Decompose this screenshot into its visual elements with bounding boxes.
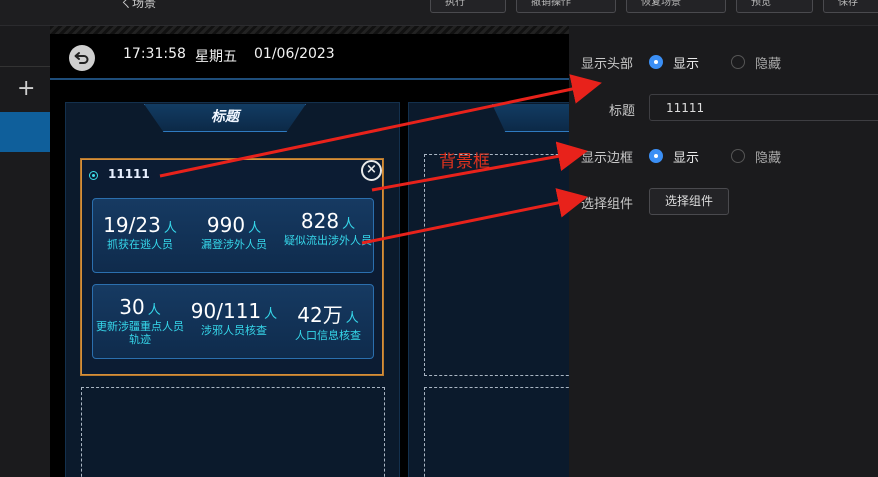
show-border-hide-text[interactable]: 隐藏: [755, 147, 781, 166]
stat-item: 19/23 人 抓获在逃人员: [93, 213, 187, 251]
stat-unit: 人: [342, 217, 356, 232]
sidebar-item-selected[interactable]: [0, 112, 50, 152]
panel-1-title: 标题: [211, 109, 239, 125]
stat-unit: 人: [248, 221, 262, 236]
select-component-button[interactable]: 选择组件: [649, 188, 729, 215]
add-icon[interactable]: +: [17, 78, 35, 100]
stat-item: 828 人 疑似流出涉外人员: [281, 209, 375, 247]
select-component-label: 选择组件: [581, 197, 634, 212]
stat-value: 42万: [297, 303, 343, 327]
stat-unit: 人: [345, 311, 359, 326]
back-button[interactable]: [69, 45, 95, 71]
title-bullet-icon: [89, 171, 98, 180]
drop-zone-3[interactable]: [424, 387, 569, 477]
stats-card-2: 30 人 更新涉疆重点人员轨迹 90/111 人 涉邪人员核查 42万人 人口信息核…: [92, 284, 374, 359]
stat-value: 30: [119, 295, 145, 319]
show-header-hide-text[interactable]: 隐藏: [755, 53, 781, 72]
drop-zone-1[interactable]: [81, 387, 385, 477]
stat-unit: 人: [264, 307, 278, 322]
show-border-radio-show[interactable]: [649, 149, 663, 163]
show-border-show-text[interactable]: 显示: [673, 147, 699, 166]
stat-value: 19/23: [103, 213, 161, 237]
stat-label: 涉邪人员核查: [201, 324, 267, 337]
show-border-radio-hide[interactable]: [731, 149, 745, 163]
stats-card-1: 19/23 人 抓获在逃人员 990 人 漏登涉外人员 828 人 疑似流出涉外人员: [92, 198, 374, 273]
properties-panel: 显示头部 显示 隐藏 标题 显示边框 显示 隐藏 选择组件 选择组件: [569, 26, 878, 477]
toolbar-button-preview[interactable]: 预览: [736, 0, 813, 13]
stat-unit: 人: [163, 221, 177, 236]
show-header-label: 显示头部: [581, 57, 634, 72]
drop-zone-2[interactable]: [424, 154, 569, 376]
stat-label: 人口信息核查: [295, 329, 361, 342]
stat-unit: 人: [147, 303, 161, 318]
toolbar-button-run[interactable]: 执行: [430, 0, 506, 13]
dashboard-header: 17:31:58 星期五 01/06/2023: [50, 34, 569, 80]
stat-label: 漏登涉外人员: [201, 238, 267, 251]
title-input[interactable]: [649, 94, 878, 121]
stat-item: 990 人 漏登涉外人员: [187, 213, 281, 251]
toolbar-button-restore[interactable]: 恢复场景: [626, 0, 726, 13]
show-header-radio-show[interactable]: [649, 55, 663, 69]
panel-2-title-tab: 标: [492, 104, 569, 132]
show-header-show-text[interactable]: 显示: [673, 53, 699, 72]
stat-value: 828: [300, 209, 340, 233]
panel-2-title: 标: [493, 104, 569, 130]
stat-label: 抓获在逃人员: [107, 238, 173, 251]
toolbar-button-undo[interactable]: 撤销操作: [516, 0, 616, 13]
top-toolbar: ㄑ场景 执行 撤销操作 恢复场景 预览 保存: [0, 0, 878, 26]
clock-time: 17:31:58: [123, 46, 186, 62]
toolbar-button-save[interactable]: 保存: [823, 0, 878, 13]
title-label: 标题: [609, 104, 636, 119]
canvas-ruler: [50, 26, 569, 34]
panel-1-title-tab: 标题: [144, 104, 306, 132]
clock-weekday: 星期五: [195, 49, 237, 65]
preview-canvas: 17:31:58 星期五 01/06/2023 标题 标 11111 × 19/…: [50, 26, 569, 477]
clock-date: 01/06/2023: [254, 46, 335, 62]
stat-value: 990: [206, 213, 246, 237]
stat-value: 90/111: [190, 299, 262, 323]
stat-item: 90/111 人 涉邪人员核查: [187, 299, 281, 337]
left-sidebar: +: [0, 26, 50, 477]
stat-label: 更新涉疆重点人员轨迹: [96, 320, 184, 346]
widget-title: 11111: [108, 167, 150, 181]
return-arrow-icon: [74, 52, 89, 64]
scene-breadcrumb[interactable]: ㄑ场景: [120, 0, 156, 11]
close-icon[interactable]: ×: [361, 160, 382, 181]
stat-item: 30 人 更新涉疆重点人员轨迹: [93, 295, 187, 346]
stat-label: 疑似流出涉外人员: [284, 234, 372, 247]
sidebar-divider: [0, 66, 50, 67]
show-border-label: 显示边框: [581, 151, 634, 166]
show-header-radio-hide[interactable]: [731, 55, 745, 69]
annotation-label: 背景框: [439, 152, 490, 172]
stats-widget[interactable]: 11111 × 19/23 人 抓获在逃人员 990 人 漏登涉外人员 828 人 疑…: [80, 158, 384, 376]
stat-item: 42万人 人口信息核查: [281, 299, 375, 342]
